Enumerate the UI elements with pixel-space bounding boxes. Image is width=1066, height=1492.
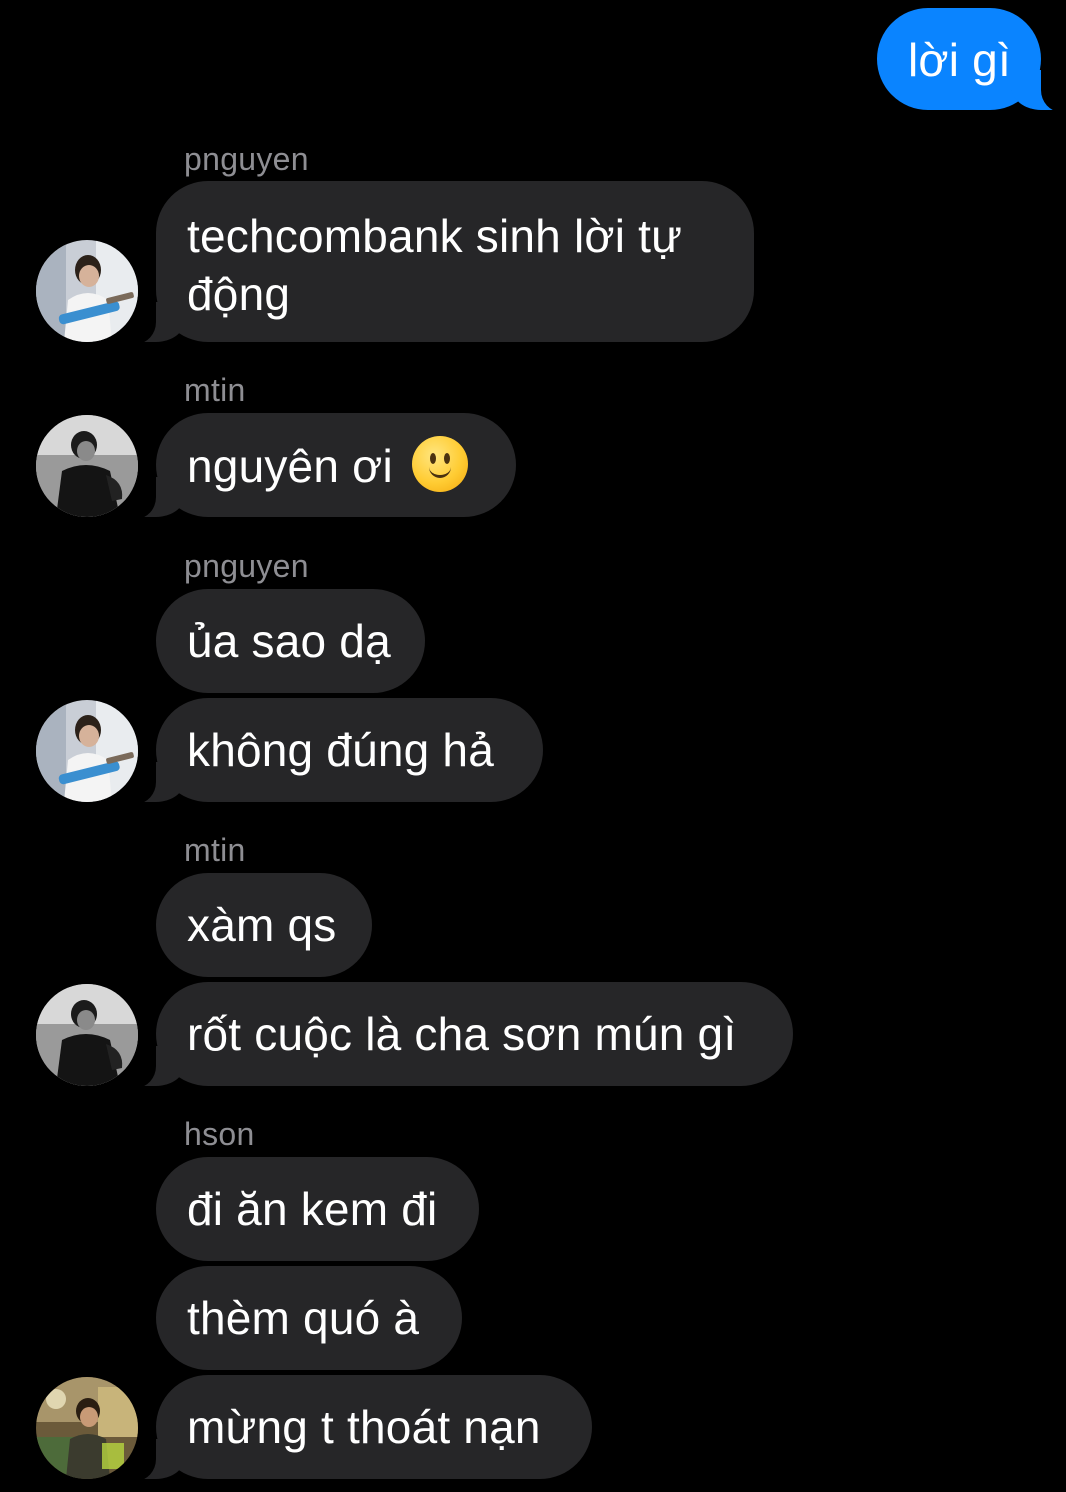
- message-bubble[interactable]: đi ăn kem đi: [156, 1157, 479, 1261]
- outgoing-message-bubble[interactable]: lời gì: [877, 8, 1066, 112]
- message-bubble[interactable]: techcombank sinh lời tự động: [130, 181, 754, 344]
- message-bubble[interactable]: xàm qs: [156, 873, 372, 977]
- sender-name: mtin: [184, 372, 246, 408]
- message-bubble[interactable]: thèm quó à: [156, 1266, 462, 1370]
- message-text: mừng t thoát nạn: [187, 1401, 541, 1453]
- slightly-smiling-face-icon: [411, 436, 468, 492]
- chat-screen: lời gì pnguyen techcombank sinh lời tự đ…: [0, 0, 1066, 1492]
- message-bubble[interactable]: rốt cuộc là cha sơn mún gì: [130, 982, 793, 1088]
- avatar-mtin[interactable]: [36, 984, 138, 1086]
- sender-name: pnguyen: [184, 548, 309, 584]
- avatar-mtin[interactable]: [36, 415, 138, 517]
- message-text: lời gì: [908, 34, 1011, 86]
- message-bubble[interactable]: nguyên ơi: [130, 413, 516, 519]
- sender-name: pnguyen: [184, 141, 309, 177]
- sender-name: mtin: [184, 832, 246, 868]
- message-text: techcombank sinh lời tự động: [187, 210, 683, 320]
- avatar-pnguyen[interactable]: [36, 240, 138, 342]
- message-text: xàm qs: [187, 899, 337, 951]
- message-text: nguyên ơi: [187, 440, 393, 492]
- message-text: rốt cuộc là cha sơn mún gì: [187, 1008, 737, 1060]
- message-text: không đúng hả: [187, 724, 494, 776]
- sender-name: hson: [184, 1116, 255, 1152]
- message-bubble[interactable]: ủa sao dạ: [156, 589, 425, 693]
- message-bubble[interactable]: không đúng hả: [130, 698, 543, 804]
- message-text: đi ăn kem đi: [187, 1183, 438, 1235]
- message-text: ủa sao dạ: [187, 615, 391, 667]
- avatar-hson[interactable]: [36, 1377, 138, 1479]
- message-bubble[interactable]: mừng t thoát nạn: [130, 1375, 592, 1481]
- avatar-pnguyen[interactable]: [36, 700, 138, 802]
- message-text: thèm quó à: [187, 1292, 420, 1344]
